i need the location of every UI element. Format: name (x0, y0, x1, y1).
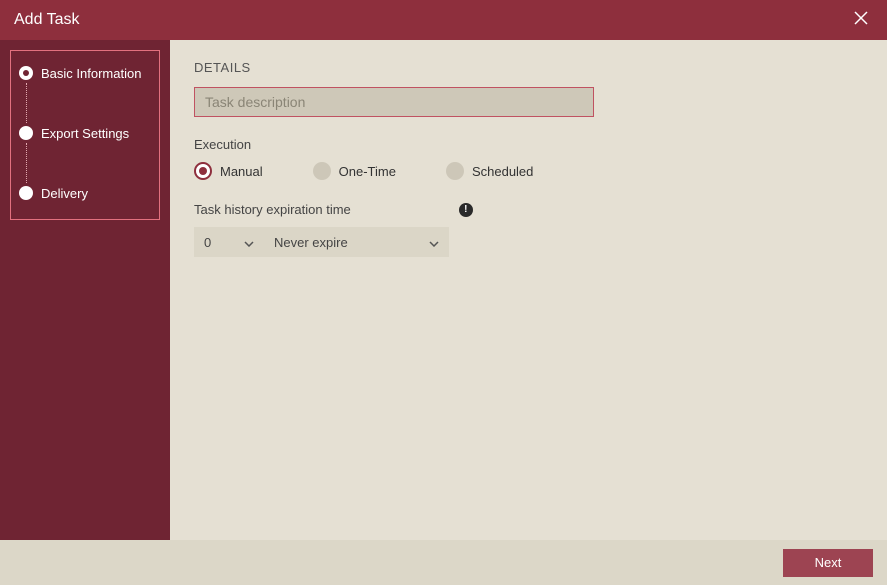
expiration-controls: 0 Never expire (194, 227, 863, 257)
info-icon[interactable]: ! (459, 203, 473, 217)
radio-icon (446, 162, 464, 180)
select-value: Never expire (274, 235, 348, 250)
wizard-sidebar: Basic Information Export Settings Delive… (0, 40, 170, 540)
step-indicator-icon (19, 126, 33, 140)
radio-one-time[interactable]: One-Time (313, 162, 396, 180)
step-label: Export Settings (41, 126, 129, 141)
step-indicator-icon (19, 186, 33, 200)
section-title: DETAILS (194, 60, 863, 75)
radio-label: Manual (220, 164, 263, 179)
radio-label: Scheduled (472, 164, 533, 179)
chevron-down-icon (429, 235, 439, 250)
step-export-settings[interactable]: Export Settings (19, 123, 151, 143)
radio-scheduled[interactable]: Scheduled (446, 162, 533, 180)
expiration-row: Task history expiration time ! (194, 202, 863, 217)
wizard-steps: Basic Information Export Settings Delive… (10, 50, 160, 220)
radio-manual[interactable]: Manual (194, 162, 263, 180)
step-connector (19, 83, 33, 123)
titlebar: Add Task (0, 0, 887, 40)
step-basic-information[interactable]: Basic Information (19, 63, 151, 83)
chevron-down-icon (244, 235, 254, 250)
dialog-footer: Next (0, 540, 887, 585)
step-label: Basic Information (41, 66, 141, 81)
main-panel: DETAILS Execution Manual One-Time Schedu… (170, 40, 887, 540)
step-indicator-icon (19, 66, 33, 80)
close-button[interactable] (849, 8, 873, 32)
expiration-label: Task history expiration time (194, 202, 351, 217)
expiration-unit-select[interactable]: Never expire (264, 227, 449, 257)
expiration-number-select[interactable]: 0 (194, 227, 264, 257)
step-delivery[interactable]: Delivery (19, 183, 151, 203)
execution-label: Execution (194, 137, 863, 152)
step-connector (19, 143, 33, 183)
close-icon (854, 11, 868, 30)
dialog-body: Basic Information Export Settings Delive… (0, 40, 887, 540)
dialog-title: Add Task (14, 11, 80, 29)
execution-radio-group: Manual One-Time Scheduled (194, 162, 863, 180)
radio-icon (194, 162, 212, 180)
add-task-dialog: Add Task Basic Information Export Settin… (0, 0, 887, 585)
radio-icon (313, 162, 331, 180)
select-value: 0 (204, 235, 211, 250)
task-description-input[interactable] (194, 87, 594, 117)
step-label: Delivery (41, 186, 88, 201)
next-button[interactable]: Next (783, 549, 873, 577)
radio-label: One-Time (339, 164, 396, 179)
